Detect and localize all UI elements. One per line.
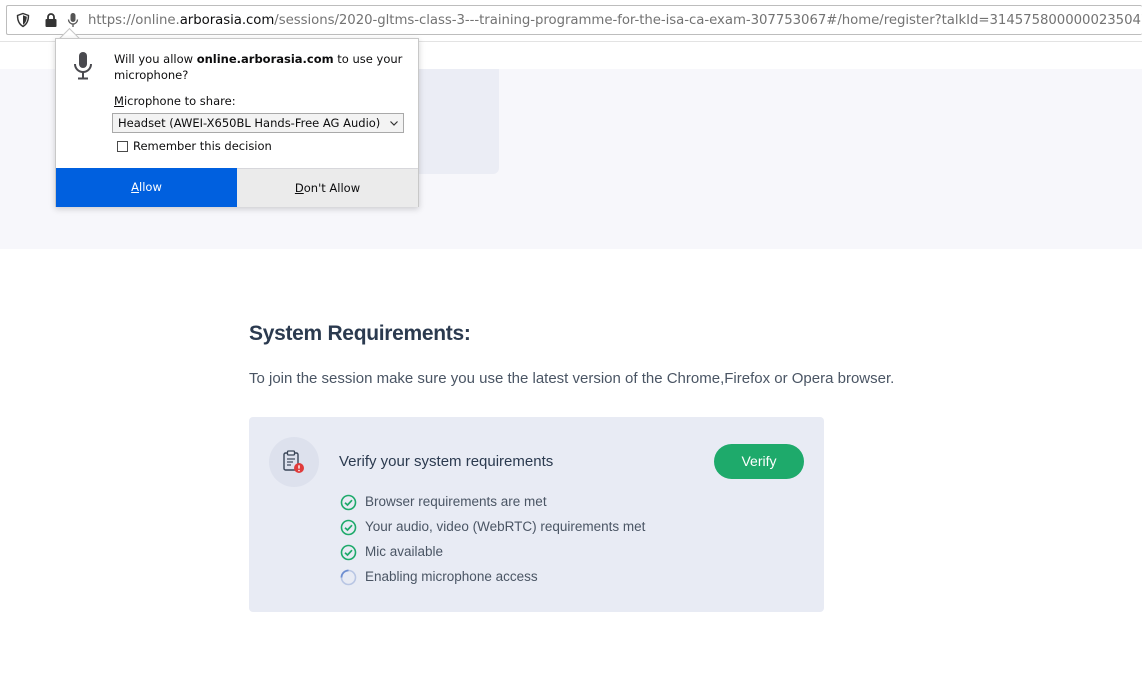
microphone-permission-popup: Will you allow online.arborasia.com to u… [55,38,419,207]
permission-question: Will you allow online.arborasia.com to u… [114,51,404,83]
browser-toolbar: https://online.arborasia.com/sessions/20… [0,0,1142,42]
checklist-item-label: Mic available [365,544,444,559]
chevron-down-icon [390,121,398,126]
checklist-item-label: Enabling microphone access [365,569,538,584]
check-circle-icon [340,519,357,536]
deny-access-key: D [294,181,304,195]
microphone-permission-icon[interactable] [65,12,81,28]
question-site: online.arborasia.com [196,52,334,66]
selected-device: Headset (AWEI-X650BL Hands-Free AG Audio… [118,116,381,130]
loading-spinner-icon [340,569,357,586]
microphone-icon [74,52,92,80]
lock-icon[interactable] [43,12,59,28]
allow-label: llow [139,180,162,194]
checklist-item-label: Browser requirements are met [365,494,547,509]
allow-button[interactable]: Allow [56,168,237,207]
verify-card: Verify your system requirements Verify B… [249,417,824,612]
checklist-item-label: Your audio, video (WebRTC) requirements … [365,519,646,534]
url-host-pre: online. [135,13,180,28]
check-circle-icon [340,494,357,511]
microphone-device-select[interactable]: Headset (AWEI-X650BL Hands-Free AG Audio… [112,113,404,133]
check-circle-icon [340,544,357,561]
verify-button[interactable]: Verify [714,444,804,479]
device-label: Microphone to share: [114,94,236,108]
device-label-text: icrophone to share: [123,94,236,108]
remember-decision-label[interactable]: Remember this decision [133,139,272,153]
tracking-protection-shield-icon[interactable] [15,12,31,28]
device-label-access-key: M [114,94,124,108]
dont-allow-button[interactable]: Don't Allow [237,168,418,207]
clipboard-icon-circle [269,437,319,487]
url-text: https://online.arborasia.com/sessions/20… [88,13,1142,28]
url-field[interactable]: https://online.arborasia.com/sessions/20… [6,5,1142,35]
url-path: /sessions/2020-gltms-class-3---training-… [274,13,1142,28]
clipboard-alert-icon [283,450,304,473]
question-pre: Will you allow [114,52,197,66]
allow-access-key: A [131,180,140,194]
url-host: arborasia.com [179,13,275,28]
url-prefix: https:// [88,13,136,28]
page-title: System Requirements: [249,322,471,345]
requirements-description: To join the session make sure you use th… [249,370,895,387]
deny-label: on't Allow [303,181,361,195]
verify-heading: Verify your system requirements [339,453,554,470]
remember-decision-checkbox[interactable] [117,141,128,152]
